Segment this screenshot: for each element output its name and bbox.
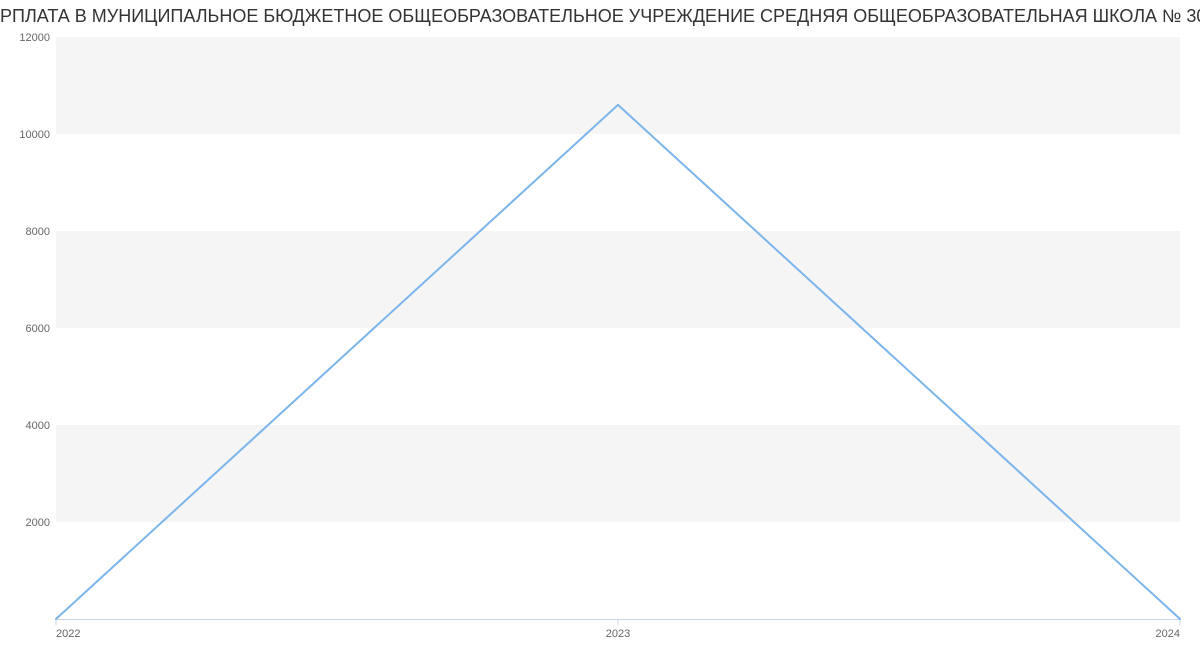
x-tick-label: 2023	[606, 628, 630, 640]
y-tick-label: 4000	[26, 420, 50, 432]
chart-svg: 2000 4000 6000 8000 10000 12000 2022 2023 2024	[10, 31, 1190, 645]
grid-band	[56, 425, 1180, 522]
x-tick-label: 2022	[56, 628, 80, 640]
chart-plot: 2000 4000 6000 8000 10000 12000 2022 2023 2024	[10, 31, 1190, 645]
grid-band	[56, 231, 1180, 328]
y-tick-label: 6000	[26, 323, 50, 335]
y-tick-label: 8000	[26, 226, 50, 238]
chart-title: РПЛАТА В МУНИЦИПАЛЬНОЕ БЮДЖЕТНОЕ ОБЩЕОБР…	[0, 0, 1200, 27]
grid-band	[56, 37, 1180, 134]
y-tick-label: 10000	[19, 129, 50, 141]
series-line	[56, 105, 1180, 619]
y-tick-label: 12000	[19, 32, 50, 44]
x-tick-label: 2024	[1156, 628, 1180, 640]
y-tick-label: 2000	[26, 517, 50, 529]
